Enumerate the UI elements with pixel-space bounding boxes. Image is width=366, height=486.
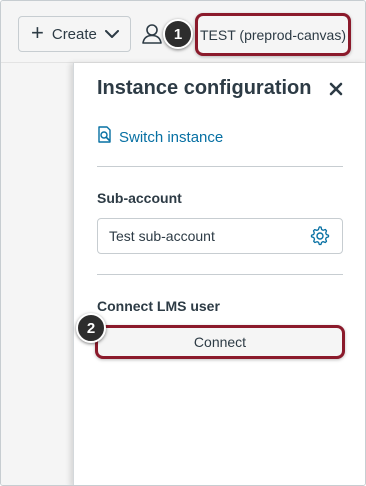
divider: [97, 274, 343, 275]
chevron-down-icon: [104, 29, 119, 39]
lms-heading: Connect LMS user: [97, 298, 220, 314]
app-frame: + Create TEST (preprod-canvas) Instance …: [0, 0, 366, 486]
switch-instance-label: Switch instance: [119, 129, 224, 146]
divider: [97, 166, 343, 167]
create-button[interactable]: + Create: [18, 16, 131, 52]
step-callout-2: 2: [76, 313, 106, 343]
create-button-label: Create: [51, 25, 97, 43]
user-icon[interactable]: [142, 23, 164, 45]
gear-icon[interactable]: [310, 226, 330, 246]
subaccount-heading: Sub-account: [97, 190, 182, 206]
instance-button[interactable]: TEST (preprod-canvas): [195, 13, 351, 56]
connect-button[interactable]: Connect: [95, 325, 345, 359]
background-content: [1, 63, 73, 485]
search-document-icon: [97, 126, 115, 149]
step-callout-1: 1: [163, 19, 193, 49]
panel-title: Instance configuration: [97, 77, 312, 99]
subaccount-field[interactable]: Test sub-account: [97, 218, 343, 254]
instance-configuration-panel: Instance configuration Switch instance S…: [73, 63, 365, 485]
switch-instance-link[interactable]: Switch instance: [97, 126, 223, 149]
plus-icon: +: [31, 20, 44, 45]
subaccount-value: Test sub-account: [109, 228, 215, 244]
close-icon[interactable]: [324, 77, 348, 101]
